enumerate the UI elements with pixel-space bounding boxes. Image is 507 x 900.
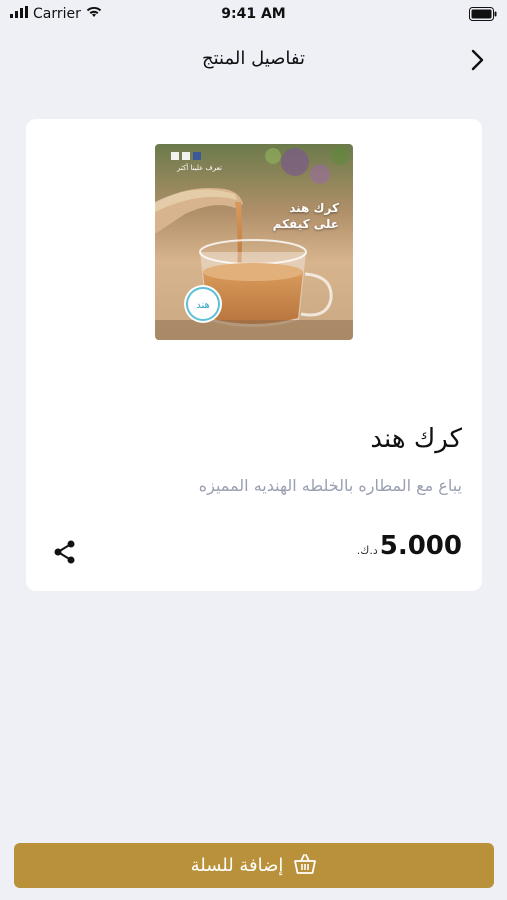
product-name: كرك هند — [370, 424, 462, 454]
add-to-cart-button[interactable]: إضافة للسلة — [14, 843, 494, 888]
page-title: تفاصيل المنتج — [201, 48, 306, 69]
image-overlay-title: كرك هند — [289, 201, 339, 215]
product-image: هند تعرف علينا أكثر كرك هند على كيفكم — [155, 144, 353, 340]
share-button[interactable] — [52, 539, 78, 565]
product-description: يباع مع المطاره بالخلطه الهنديه المميزه — [198, 476, 462, 495]
battery-icon — [469, 6, 497, 25]
svg-text:هند: هند — [196, 300, 210, 311]
product-card: هند تعرف علينا أكثر كرك هند على كيفكم كر… — [26, 119, 482, 591]
chevron-right-icon — [471, 49, 484, 71]
header-bar: تفاصيل المنتج — [0, 38, 507, 82]
status-time: 9:41 AM — [221, 6, 286, 22]
status-bar: Carrier 9:41 AM — [0, 0, 507, 30]
price-row: د.ك. 5.000 — [357, 531, 462, 561]
price-value: 5.000 — [379, 531, 462, 561]
price-currency: د.ك. — [356, 544, 378, 557]
share-icon — [54, 540, 75, 564]
image-overlay-small-text: تعرف علينا أكثر — [177, 164, 222, 172]
back-button[interactable] — [465, 48, 489, 72]
add-to-cart-label: إضافة للسلة — [190, 855, 284, 876]
image-overlay-subtitle: على كيفكم — [272, 217, 339, 231]
basket-icon — [293, 853, 317, 879]
image-overlay-text: كرك هند على كيفكم — [273, 200, 339, 232]
